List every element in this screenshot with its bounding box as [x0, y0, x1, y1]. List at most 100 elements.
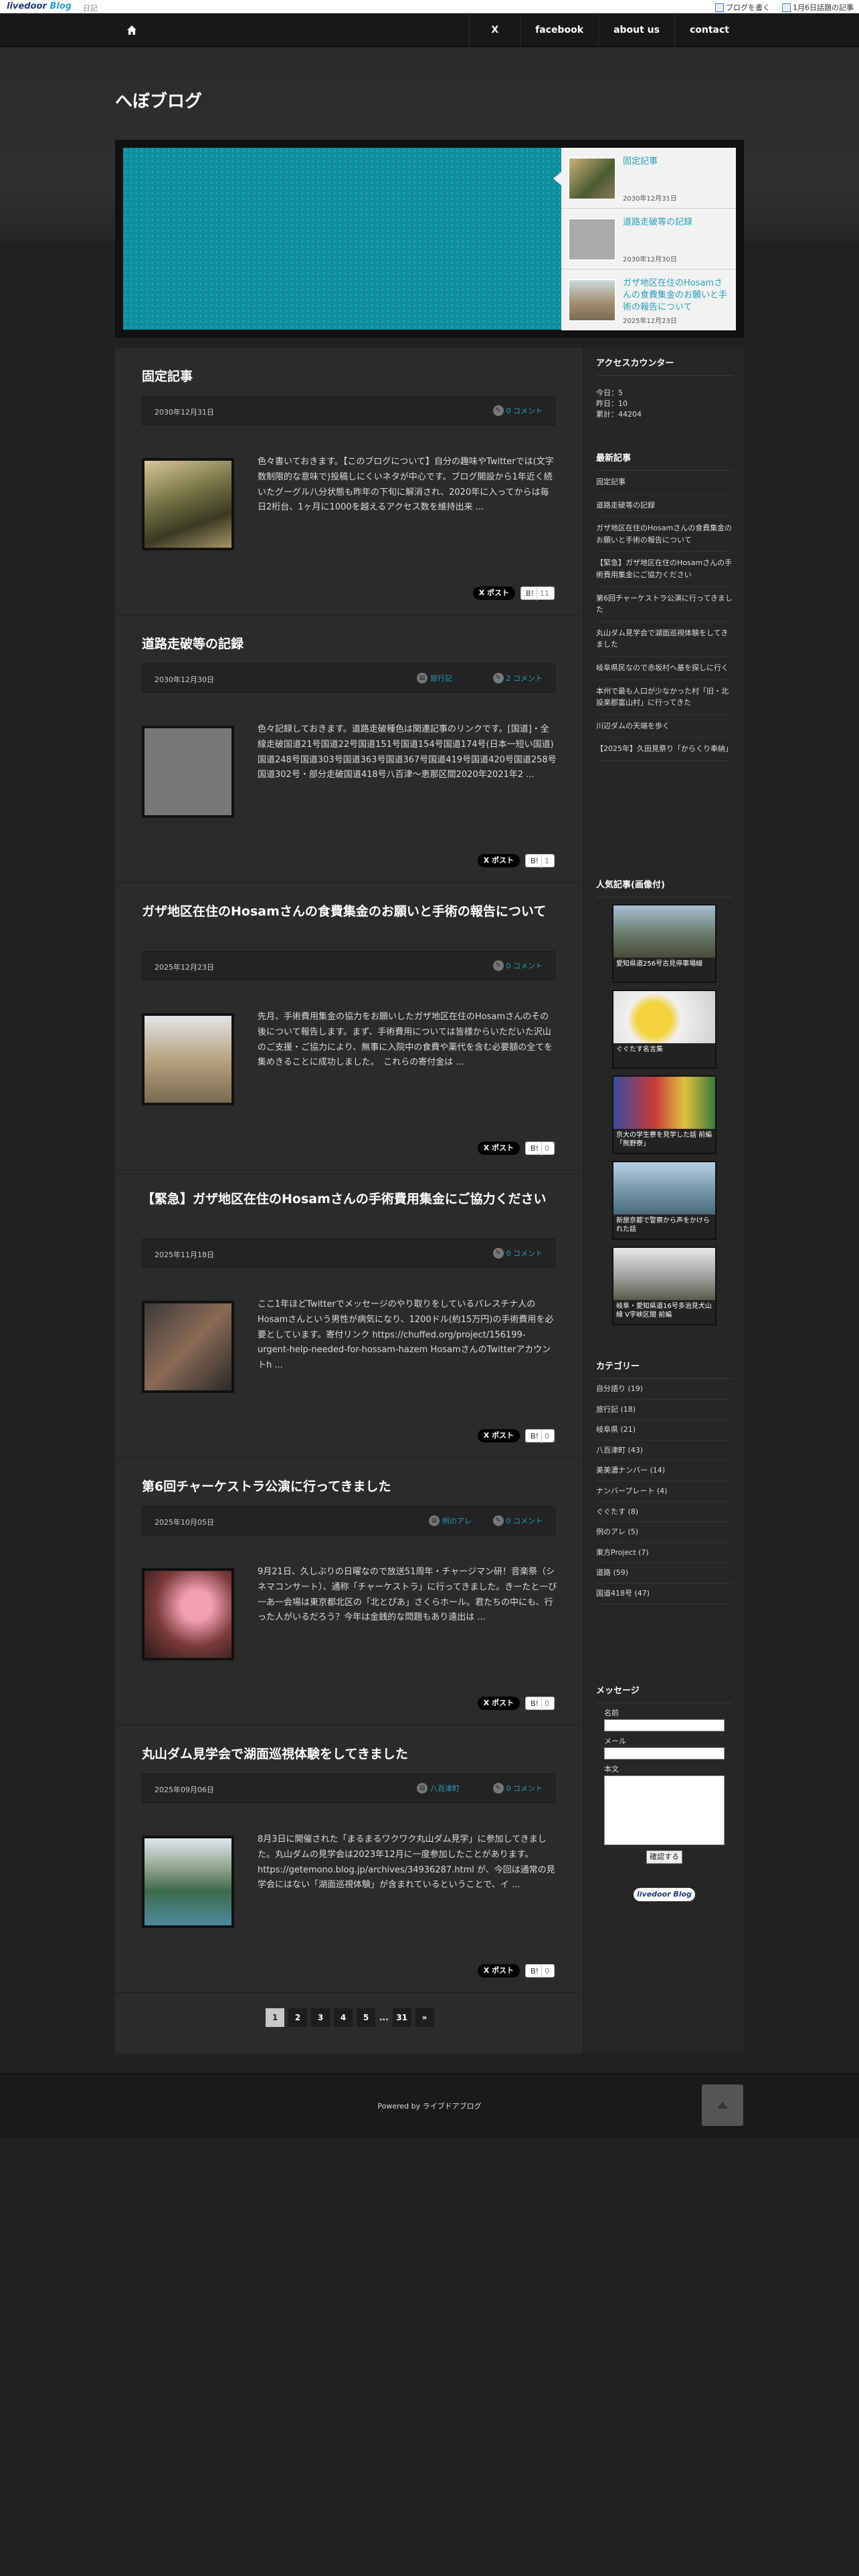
category-item[interactable]: 自分語り (19)	[596, 1379, 733, 1400]
article-category-link[interactable]: ▤ 例のアレ	[429, 1515, 472, 1526]
article-thumbnail[interactable]	[142, 1013, 234, 1105]
form-name-input[interactable]	[604, 1719, 725, 1731]
slider-item[interactable]: 道路走破等の記録 2030年12月30日	[561, 209, 736, 270]
comment-icon: ✎	[492, 1783, 504, 1794]
recent-item[interactable]: 本州で最も人口が少なかった村「旧・北設楽郡富山村」に行ってきた	[596, 680, 733, 715]
form-body-textarea[interactable]	[604, 1776, 725, 1845]
scroll-top-icon[interactable]	[702, 2084, 743, 2126]
x-post-button[interactable]: X ポスト	[477, 1697, 520, 1710]
article: ガザ地区在住のHosamさんの食費集金のお願いと手術の報告について 2025年1…	[115, 883, 580, 1170]
popular-item[interactable]: 京大の学生寮を見学した話 前編「熊野寮」	[612, 1075, 717, 1154]
popular-item[interactable]: ぐぐたす名言集	[612, 990, 717, 1069]
article-title[interactable]: 第6回チャーケストラ公演に行ってきました	[142, 1478, 550, 1497]
article-title[interactable]: 道路走破等の記録	[142, 635, 550, 654]
pencil-icon	[715, 3, 724, 12]
category-item[interactable]: 旅行記 (18)	[596, 1400, 733, 1420]
article-title[interactable]: 【緊急】ガザ地区在住のHosamさんの手術費用集金にご協力ください	[142, 1190, 550, 1209]
article-thumbnail[interactable]	[142, 726, 234, 818]
recent-item[interactable]: 川辺ダムの天端を歩く	[596, 715, 733, 738]
recent-item[interactable]: 第6回チャーケストラ公演に行ってきました	[596, 587, 733, 622]
article-date: 2030年12月30日	[155, 675, 214, 684]
topic-link[interactable]: 1月6日話題の記事	[782, 2, 854, 13]
article-thumbnail[interactable]	[142, 1301, 234, 1393]
form-submit-button[interactable]: 確認する	[646, 1850, 682, 1864]
article-comments-link[interactable]: ✎ 0 コメント	[492, 1248, 543, 1259]
x-post-button[interactable]: X ポスト	[472, 586, 516, 600]
article-thumbnail[interactable]	[142, 458, 234, 550]
nav-facebook-link[interactable]: facebook	[520, 13, 598, 47]
slider-main-image[interactable]	[123, 148, 561, 330]
blog-title[interactable]: へぼブログ	[115, 88, 202, 112]
category-item[interactable]: ぐぐたす (8)	[596, 1502, 733, 1523]
slider-thumb	[568, 157, 616, 200]
livedoor-logo[interactable]: livedoor Blog	[7, 1, 72, 11]
page-31[interactable]: 31	[392, 2008, 411, 2027]
category-item[interactable]: 道路 (59)	[596, 1563, 733, 1584]
page-5[interactable]: 5	[357, 2008, 375, 2027]
article-category-link[interactable]: ▤ 八百津町	[417, 1783, 460, 1794]
page-4[interactable]: 4	[334, 2008, 353, 2027]
article: 【緊急】ガザ地区在住のHosamさんの手術費用集金にご協力ください 2025年1…	[115, 1170, 580, 1458]
slider-item[interactable]: ガザ地区在住のHosamさんの食費集金のお願いと手術の報告について 2025年1…	[561, 270, 736, 330]
hatena-bookmark-button[interactable]: B! 11	[520, 586, 555, 601]
x-post-button[interactable]: X ポスト	[477, 854, 520, 867]
category-item[interactable]: 美美濃ナンバー (14)	[596, 1461, 733, 1481]
page-2[interactable]: 2	[288, 2008, 307, 2027]
recent-item[interactable]: 固定記事	[596, 471, 733, 494]
hatena-bookmark-button[interactable]: B! 0	[525, 1964, 555, 1978]
livedoor-blog-badge[interactable]: livedoor Blog	[634, 1888, 695, 1901]
category-item[interactable]: 例のアレ (5)	[596, 1522, 733, 1543]
category-item[interactable]: 岐阜県 (21)	[596, 1420, 733, 1440]
recent-item[interactable]: ガザ地区在住のHosamさんの食費集金のお願いと手術の報告について	[596, 517, 733, 552]
popular-item[interactable]: 愛知県道256号古見停車場線	[612, 904, 717, 983]
form-mail-input[interactable]	[604, 1747, 725, 1759]
write-blog-link[interactable]: ブログを書く	[715, 2, 770, 13]
article-category-link[interactable]: ▤ 旅行記	[417, 673, 452, 683]
page-next[interactable]: »	[415, 2008, 434, 2027]
article-title[interactable]: 丸山ダム見学会で湖面巡視体験をしてきました	[142, 1745, 550, 1764]
nav-contact-link[interactable]: contact	[674, 13, 744, 47]
recent-item[interactable]: 【2025年】久田見祭り「からくり奉納」	[596, 738, 733, 761]
x-post-button[interactable]: X ポスト	[477, 1964, 520, 1977]
article-excerpt: 先月、手術費用集金の協力をお願いしたガザ地区在住のHosamさんのその後について…	[258, 1012, 553, 1068]
recent-item[interactable]: 丸山ダム見学会で湖面巡視体験をしてきました	[596, 622, 733, 657]
article-comments-link[interactable]: ✎ 0 コメント	[492, 1783, 543, 1794]
article-title[interactable]: ガザ地区在住のHosamさんの食費集金のお願いと手術の報告について	[142, 903, 550, 922]
toolbar-nikki[interactable]: 日記	[83, 3, 98, 13]
category-item[interactable]: 国道418号 (47)	[596, 1584, 733, 1604]
hatena-bookmark-button[interactable]: B! 0	[525, 1697, 555, 1711]
hatena-bookmark-button[interactable]: B! 1	[525, 854, 555, 868]
article-thumbnail[interactable]	[142, 1568, 234, 1660]
category-item[interactable]: 東方Project (7)	[596, 1543, 733, 1564]
recent-item[interactable]: 【緊急】ガザ地区在住のHosamさんの手術費用集金にご協力ください	[596, 552, 733, 587]
slider-item-date: 2030年12月31日	[623, 195, 677, 203]
nav-about-link[interactable]: about us	[598, 13, 674, 47]
home-icon[interactable]	[115, 13, 149, 47]
slider-item[interactable]: 固定記事 2030年12月31日	[553, 148, 736, 209]
article-date: 2025年09月06日	[155, 1786, 214, 1794]
article-meta: 2025年11月18日 ✎ 0 コメント	[142, 1239, 555, 1268]
page-3[interactable]: 3	[311, 2008, 330, 2027]
x-post-button[interactable]: X ポスト	[477, 1142, 520, 1155]
recent-item[interactable]: 岐阜県民なので赤坂村へ基を探しに行く	[596, 657, 733, 680]
article-comments-link[interactable]: ✎ 0 コメント	[492, 960, 543, 971]
counter-total: 累計：44204	[596, 409, 642, 419]
recent-item[interactable]: 道路走破等の記録	[596, 494, 733, 518]
article-comments-link[interactable]: ✎ 0 コメント	[492, 1515, 543, 1526]
popular-item[interactable]: 新旅京都で警察から声をかけられた話	[612, 1161, 717, 1240]
article: 丸山ダム見学会で湖面巡視体験をしてきました 2025年09月06日 ▤ 八百津町 …	[115, 1725, 580, 1993]
article-comments-link[interactable]: ✎ 2 コメント	[492, 673, 543, 683]
hatena-bookmark-button[interactable]: B! 0	[525, 1142, 555, 1156]
slider-thumb	[568, 218, 616, 261]
category-item[interactable]: ナンバープレート (4)	[596, 1481, 733, 1502]
nav-x-link[interactable]: X	[469, 13, 520, 47]
popular-item[interactable]: 岐阜・愛知県道16号多治見犬山線 V字峡区間 前編	[612, 1247, 717, 1325]
article-title[interactable]: 固定記事	[142, 368, 550, 387]
category-item[interactable]: 八百津町 (43)	[596, 1440, 733, 1461]
article-comments-link[interactable]: ✎ 0 コメント	[492, 405, 543, 416]
article-excerpt: 9月21日、久しぶりの日曜なので放送51周年・チャージマン研！音楽祭（シネマコン…	[258, 1567, 557, 1623]
page-1[interactable]: 1	[266, 2008, 284, 2027]
hatena-bookmark-button[interactable]: B! 0	[525, 1429, 555, 1443]
article-thumbnail[interactable]	[142, 1836, 234, 1928]
x-post-button[interactable]: X ポスト	[477, 1429, 520, 1442]
